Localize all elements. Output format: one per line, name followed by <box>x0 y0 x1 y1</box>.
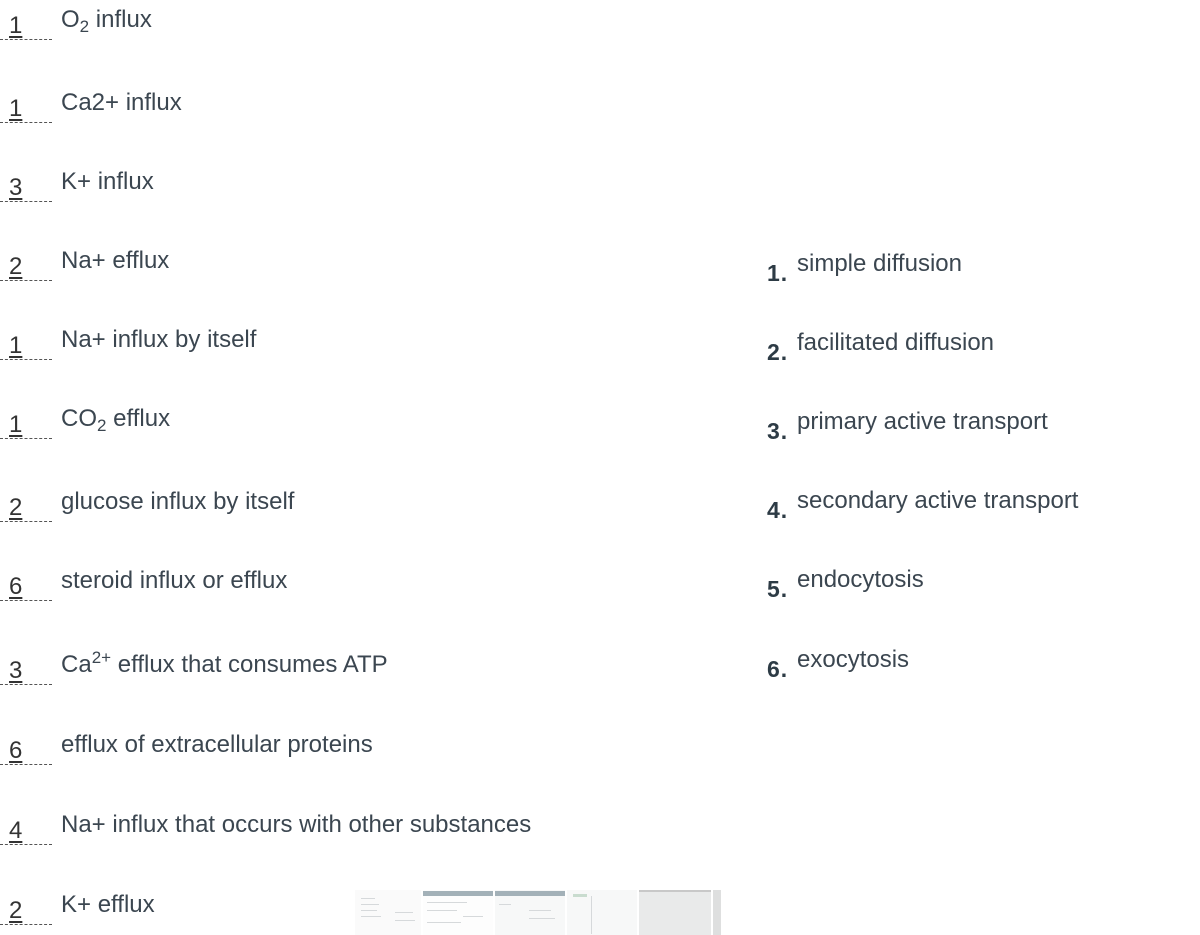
blank-line <box>0 280 52 281</box>
prompt-text: efflux that consumes ATP <box>111 651 388 678</box>
answer-value: 1 <box>9 332 23 359</box>
prompt-text: CO <box>61 405 97 432</box>
item-prompt: glucose influx by itself <box>61 488 294 516</box>
answer-blank[interactable]: 1 <box>0 411 52 443</box>
blank-line <box>0 684 52 685</box>
answer-blank[interactable]: 3 <box>0 174 52 206</box>
answer-blank[interactable]: 2 <box>0 253 52 285</box>
item-prompt: Na+ efflux <box>61 247 169 275</box>
answer-blank[interactable]: 6 <box>0 573 52 605</box>
answer-value: 1 <box>9 95 23 122</box>
thumbnail[interactable] <box>567 890 637 935</box>
option-label: secondary active transport <box>797 487 1079 514</box>
prompt-text: O <box>61 6 80 33</box>
item-prompt: efflux of extracellular proteins <box>61 731 373 759</box>
blank-line <box>0 39 52 40</box>
blank-line <box>0 201 52 202</box>
answer-blank[interactable]: 2 <box>0 897 52 929</box>
option-label: exocytosis <box>797 646 910 673</box>
option-number: 5. <box>767 576 789 602</box>
item-prompt: CO2 efflux <box>61 405 171 434</box>
answer-blank[interactable]: 3 <box>0 657 52 689</box>
prompt-text: steroid influx or efflux <box>61 567 288 594</box>
answer-value: 1 <box>9 411 23 438</box>
item-prompt: K+ efflux <box>61 891 155 919</box>
option-number: 6. <box>767 656 789 682</box>
blank-line <box>0 521 52 522</box>
answer-blank[interactable]: 1 <box>0 332 52 364</box>
option-label: primary active transport <box>797 408 1048 435</box>
thumbnail-strip <box>355 890 725 935</box>
prompt-text: Na+ efflux <box>61 247 170 274</box>
thumbnail[interactable] <box>495 890 565 935</box>
answer-blank[interactable]: 1 <box>0 12 52 44</box>
answer-value: 3 <box>9 657 23 684</box>
answer-value: 2 <box>9 494 23 521</box>
blank-line <box>0 924 52 925</box>
blank-line <box>0 359 52 360</box>
prompt-text: Na+ influx that occurs with other substa… <box>61 811 532 838</box>
item-prompt: steroid influx or efflux <box>61 567 287 595</box>
answer-value: 6 <box>9 737 23 764</box>
prompt-text: Ca2+ influx <box>61 89 182 116</box>
prompt-text: influx <box>89 6 152 33</box>
item-prompt: O2 influx <box>61 6 152 36</box>
option-number: 2. <box>767 339 789 365</box>
prompt-text: Ca <box>61 651 92 678</box>
answer-value: 6 <box>9 573 23 600</box>
prompt-text: Na+ influx by itself <box>61 326 257 353</box>
answer-blank[interactable]: 4 <box>0 817 52 849</box>
answer-value: 3 <box>9 174 23 201</box>
blank-line <box>0 122 52 123</box>
answer-value: 2 <box>9 897 23 924</box>
answer-value: 1 <box>9 12 23 39</box>
answer-blank[interactable]: 6 <box>0 737 52 769</box>
item-prompt: Ca2+ influx <box>61 89 182 117</box>
option-label: simple diffusion <box>797 250 962 277</box>
answer-value: 4 <box>9 817 23 844</box>
prompt-text: 2 <box>79 17 90 36</box>
prompt-text: efflux of extracellular proteins <box>61 731 373 758</box>
prompt-text: 2+ <box>91 648 112 667</box>
thumbnail[interactable] <box>639 890 711 935</box>
option-number: 4. <box>767 497 789 523</box>
answer-value: 2 <box>9 253 23 280</box>
option-number: 1. <box>767 260 789 286</box>
prompt-text: efflux <box>106 405 171 432</box>
option-number: 3. <box>767 418 789 444</box>
prompt-text: K+ efflux <box>61 891 155 918</box>
item-prompt: K+ influx <box>61 168 154 196</box>
item-prompt: Na+ influx by itself <box>61 326 256 354</box>
item-prompt: Ca2+ efflux that consumes ATP <box>61 648 388 679</box>
blank-line <box>0 600 52 601</box>
blank-line <box>0 438 52 439</box>
prompt-text: glucose influx by itself <box>61 488 295 515</box>
blank-line <box>0 844 52 845</box>
prompt-text: K+ influx <box>61 168 154 195</box>
option-label: endocytosis <box>797 566 924 593</box>
answer-blank[interactable]: 2 <box>0 494 52 526</box>
thumbnail[interactable] <box>423 890 493 935</box>
option-label: facilitated diffusion <box>797 329 995 356</box>
thumbnail[interactable] <box>355 890 421 935</box>
item-prompt: Na+ influx that occurs with other substa… <box>61 811 531 839</box>
blank-line <box>0 764 52 765</box>
thumbnail[interactable] <box>713 890 721 935</box>
answer-blank[interactable]: 1 <box>0 95 52 127</box>
